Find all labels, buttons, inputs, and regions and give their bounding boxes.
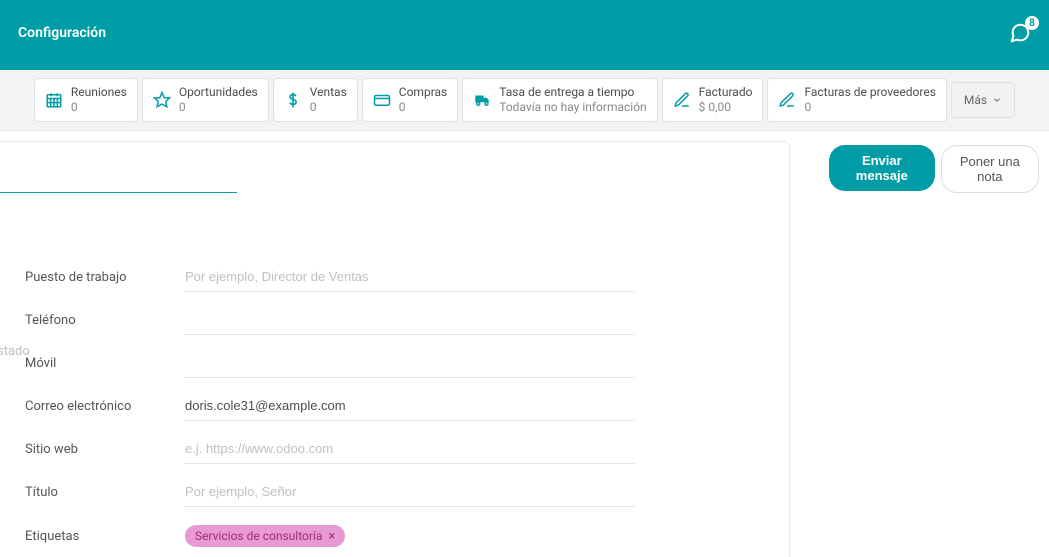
tag-text: Servicios de consultoría	[195, 529, 322, 543]
more-label: Más	[964, 93, 987, 107]
tag-chip[interactable]: Servicios de consultoría ×	[185, 525, 345, 547]
truck-icon	[473, 91, 491, 109]
row-tags: Etiquetas Servicios de consultoría ×	[25, 525, 763, 547]
row-mobile: Móvil	[25, 349, 763, 378]
stat-value: Todavía no hay información	[499, 100, 646, 115]
send-message-button[interactable]: Enviar mensaje	[829, 145, 935, 191]
log-note-button[interactable]: Poner una nota	[941, 145, 1039, 193]
cut-placeholder-text: stado	[0, 344, 30, 359]
input-title[interactable]	[185, 484, 635, 499]
dollar-icon	[284, 91, 302, 109]
stat-label: Tasa de entrega a tiempo	[499, 85, 646, 100]
tag-remove-icon[interactable]: ×	[328, 530, 335, 543]
messages-badge: 8	[1025, 16, 1039, 30]
stat-opportunities[interactable]: Oportunidades 0	[142, 78, 269, 122]
input-phone[interactable]	[185, 312, 635, 327]
messages-button[interactable]: 8	[1009, 22, 1031, 48]
chatter-panel: Enviar mensaje Poner una nota	[819, 131, 1049, 557]
row-website: Sitio web	[25, 435, 763, 464]
stat-label: Oportunidades	[179, 85, 258, 100]
stat-label: Facturas de proveedores	[804, 85, 935, 100]
input-mobile[interactable]	[185, 355, 635, 370]
label-mobile: Móvil	[25, 356, 185, 371]
header-right: 8	[1009, 0, 1031, 48]
input-website[interactable]	[185, 441, 635, 456]
label-title: Título	[25, 485, 185, 500]
stats-toolbar: Reuniones 0 Oportunidades 0 Ventas 0 Com…	[0, 70, 1049, 131]
label-job: Puesto de trabajo	[25, 270, 185, 285]
stat-meetings[interactable]: Reuniones 0	[34, 78, 138, 122]
credit-card-icon	[373, 91, 391, 109]
input-email[interactable]	[185, 398, 635, 413]
star-icon	[153, 91, 171, 109]
row-job-position: Puesto de trabajo	[25, 263, 763, 292]
app-header: Configuración 8	[0, 0, 1049, 70]
stat-value: 0	[179, 100, 258, 115]
label-tags: Etiquetas	[25, 529, 185, 544]
main-area: stado Puesto de trabajo Teléfono Móvil	[0, 131, 1049, 557]
stat-value: 0	[71, 100, 127, 115]
edit-icon	[673, 91, 691, 109]
stat-invoiced[interactable]: Facturado $ 0,00	[662, 78, 764, 122]
stat-label: Ventas	[310, 85, 347, 100]
calendar-icon	[45, 91, 63, 109]
row-email: Correo electrónico	[25, 392, 763, 421]
stat-purchases[interactable]: Compras 0	[362, 78, 458, 122]
stat-label: Compras	[399, 85, 447, 100]
more-button[interactable]: Más	[951, 82, 1015, 118]
stat-value: 0	[399, 100, 447, 115]
page-title: Configuración	[18, 0, 106, 41]
input-job[interactable]	[185, 269, 635, 284]
edit-icon	[778, 91, 796, 109]
title-underline	[0, 192, 237, 193]
stat-value: 0	[310, 100, 347, 115]
row-phone: Teléfono	[25, 306, 763, 335]
stat-value: 0	[804, 100, 935, 115]
stat-label: Facturado	[699, 85, 753, 100]
stat-value: $ 0,00	[699, 100, 753, 115]
chevron-down-icon	[992, 95, 1002, 105]
form-panel: stado Puesto de trabajo Teléfono Móvil	[0, 141, 790, 557]
row-title: Título	[25, 478, 763, 507]
label-website: Sitio web	[25, 442, 185, 457]
stat-label: Reuniones	[71, 85, 127, 100]
stat-ontime-rate[interactable]: Tasa de entrega a tiempo Todavía no hay …	[462, 78, 657, 122]
stat-vendor-bills[interactable]: Facturas de proveedores 0	[767, 78, 946, 122]
stat-sales[interactable]: Ventas 0	[273, 78, 358, 122]
label-phone: Teléfono	[25, 313, 185, 328]
form-area: stado Puesto de trabajo Teléfono Móvil	[0, 131, 819, 557]
label-email: Correo electrónico	[25, 399, 185, 414]
